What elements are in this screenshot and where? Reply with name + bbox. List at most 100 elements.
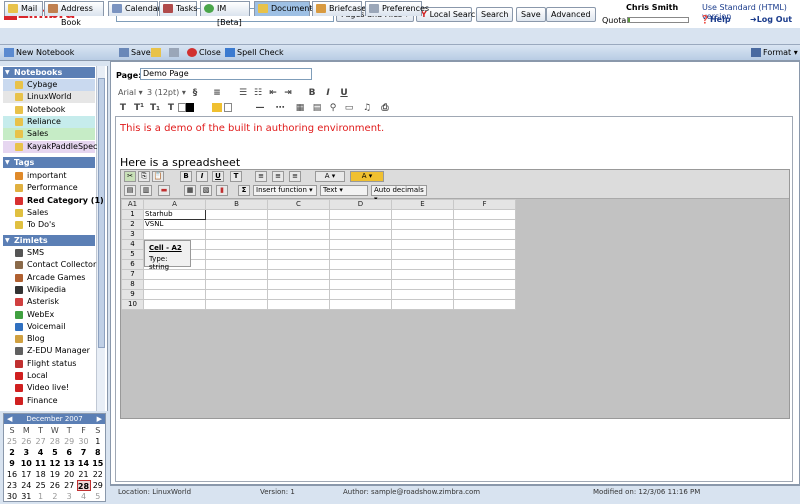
notebook-item[interactable]: Reliance [3, 115, 95, 128]
calendar-day[interactable]: 20 [62, 469, 76, 480]
column-header[interactable]: A [143, 199, 206, 210]
spreadsheet-cell[interactable] [453, 239, 516, 250]
sheet-text-color-icon[interactable]: A ▾ [315, 171, 345, 182]
superscript-icon[interactable]: T¹ [134, 103, 144, 113]
sheet-strike-icon[interactable]: T [230, 171, 242, 182]
row-header[interactable]: 10 [121, 299, 144, 310]
spreadsheet-cell[interactable] [391, 229, 454, 240]
zimlet-item[interactable]: Contact Collector [3, 259, 96, 271]
bold-icon[interactable]: B [307, 88, 317, 98]
tab-tasks[interactable]: Tasks [159, 1, 197, 16]
spreadsheet-cell[interactable] [205, 209, 268, 220]
tab-preferences[interactable]: Preferences [365, 1, 429, 16]
spreadsheet-cell[interactable] [391, 269, 454, 280]
calendar-day[interactable]: 26 [19, 436, 33, 447]
attach-button[interactable] [168, 46, 182, 59]
calendar-day[interactable]: 28 [48, 436, 62, 447]
calendar-day[interactable]: 16 [5, 469, 19, 480]
insert-col-icon[interactable]: ▦ [184, 185, 196, 196]
spreadsheet-cell[interactable] [205, 249, 268, 260]
column-header[interactable]: D [329, 199, 392, 210]
calendar-day[interactable]: 13 [62, 458, 76, 469]
page-icon-button[interactable] [150, 46, 164, 59]
calendar-day[interactable]: 2 [48, 491, 62, 502]
numbered-list-icon[interactable]: ☷ [253, 88, 263, 98]
spreadsheet-cell[interactable] [205, 239, 268, 250]
zimlet-item[interactable]: WebEx [3, 309, 95, 321]
zimlet-item[interactable]: SMS [3, 247, 95, 259]
spreadsheet-cell[interactable] [267, 229, 330, 240]
spreadsheet-cell[interactable] [453, 219, 516, 230]
spreadsheet-cell[interactable] [329, 259, 392, 270]
zimlet-item[interactable]: Asterisk [3, 296, 95, 308]
spreadsheet-cell[interactable] [453, 299, 516, 310]
row-header[interactable]: 4 [121, 239, 144, 250]
tab-briefcase[interactable]: Briefcase [312, 1, 366, 16]
column-header[interactable]: E [391, 199, 454, 210]
calendar-day[interactable]: 4 [34, 447, 48, 458]
save-button[interactable]: Save [118, 46, 151, 59]
row-header[interactable]: 6 [121, 259, 144, 270]
spreadsheet-cell[interactable] [391, 289, 454, 300]
spreadsheet-cell[interactable] [391, 259, 454, 270]
spreadsheet-cell[interactable] [267, 269, 330, 280]
spreadsheet-cell[interactable] [143, 229, 206, 240]
sheet-fill-color-icon[interactable]: A ▾ [350, 171, 384, 182]
outdent-icon[interactable]: ⇤ [268, 88, 278, 98]
calendar-day[interactable]: 4 [77, 491, 91, 502]
notebooks-header[interactable]: Notebooks [3, 67, 95, 78]
size-dropdown[interactable]: 3 (12pt) ▾ [147, 88, 186, 97]
help-link[interactable]: ❓Help [700, 15, 731, 24]
tag-item[interactable]: Red Category (1) [3, 195, 104, 207]
advanced-search-button[interactable]: Advanced [546, 7, 596, 22]
list-icon[interactable]: ☰ [238, 88, 248, 98]
text-format-dropdown[interactable]: Text ▾ [320, 185, 368, 196]
demo-text[interactable]: This is a demo of the built in authoring… [120, 123, 384, 134]
tag-item[interactable]: important [3, 170, 95, 182]
special-char-icon[interactable]: ⋯ [275, 103, 285, 113]
spreadsheet-cell[interactable] [391, 239, 454, 250]
insert-row-icon[interactable]: ▤ [124, 185, 136, 196]
table-icon[interactable]: ▦ [295, 103, 305, 113]
calendar-day[interactable]: 21 [77, 469, 91, 480]
calendar-day[interactable]: 29 [62, 436, 76, 447]
spreadsheet-cell[interactable] [453, 279, 516, 290]
underline-icon[interactable]: U [339, 88, 349, 98]
clear-format-icon[interactable]: T [166, 103, 176, 113]
zimlet-item[interactable]: Z-EDU Manager [3, 345, 95, 357]
next-month-icon[interactable]: ▶ [97, 414, 102, 424]
calendar-day[interactable]: 27 [34, 436, 48, 447]
spreadsheet-cell[interactable] [205, 279, 268, 290]
spreadsheet-cell[interactable] [205, 269, 268, 280]
spreadsheet-cell[interactable]: VSNL [143, 219, 206, 230]
image-icon[interactable]: ▭ [344, 103, 354, 113]
spreadsheet-cell[interactable] [329, 219, 392, 230]
calendar-day[interactable]: 1 [91, 436, 105, 447]
strikethrough-icon[interactable]: T [118, 103, 128, 113]
insert-function-dropdown[interactable]: Insert function ▾ [253, 185, 317, 196]
spreadsheet-cell[interactable] [143, 299, 206, 310]
calendar-day[interactable]: 31 [19, 491, 33, 502]
calendar-day[interactable]: 25 [34, 480, 48, 491]
zimlet-item[interactable]: Flight status [3, 358, 95, 370]
notebook-item[interactable]: Sales [3, 128, 95, 141]
tab-im[interactable]: IM [Beta] [200, 1, 250, 27]
sheet-underline-icon[interactable]: U [212, 171, 224, 182]
italic-icon[interactable]: I [323, 88, 333, 98]
sheet-align-center-icon[interactable]: ≡ [272, 171, 284, 182]
style-icon[interactable]: § [190, 88, 200, 98]
spreadsheet-cell[interactable] [391, 219, 454, 230]
tab-address-book[interactable]: Address Book [44, 1, 104, 27]
format-menu[interactable]: Format ▾ [750, 46, 798, 59]
row-header[interactable]: 7 [121, 269, 144, 280]
calendar-day[interactable]: 6 [62, 447, 76, 458]
row-header[interactable]: 9 [121, 289, 144, 300]
calendar-day[interactable]: 30 [77, 436, 91, 447]
calendar-day[interactable]: 26 [48, 480, 62, 491]
notebook-item[interactable]: Notebook [3, 103, 95, 116]
spreadsheet-cell[interactable] [267, 219, 330, 230]
text-color-icon[interactable] [178, 103, 186, 112]
spreadsheet-cell[interactable] [453, 259, 516, 270]
spreadsheet-cell[interactable] [453, 249, 516, 260]
link-icon[interactable]: ⚲ [328, 103, 338, 113]
